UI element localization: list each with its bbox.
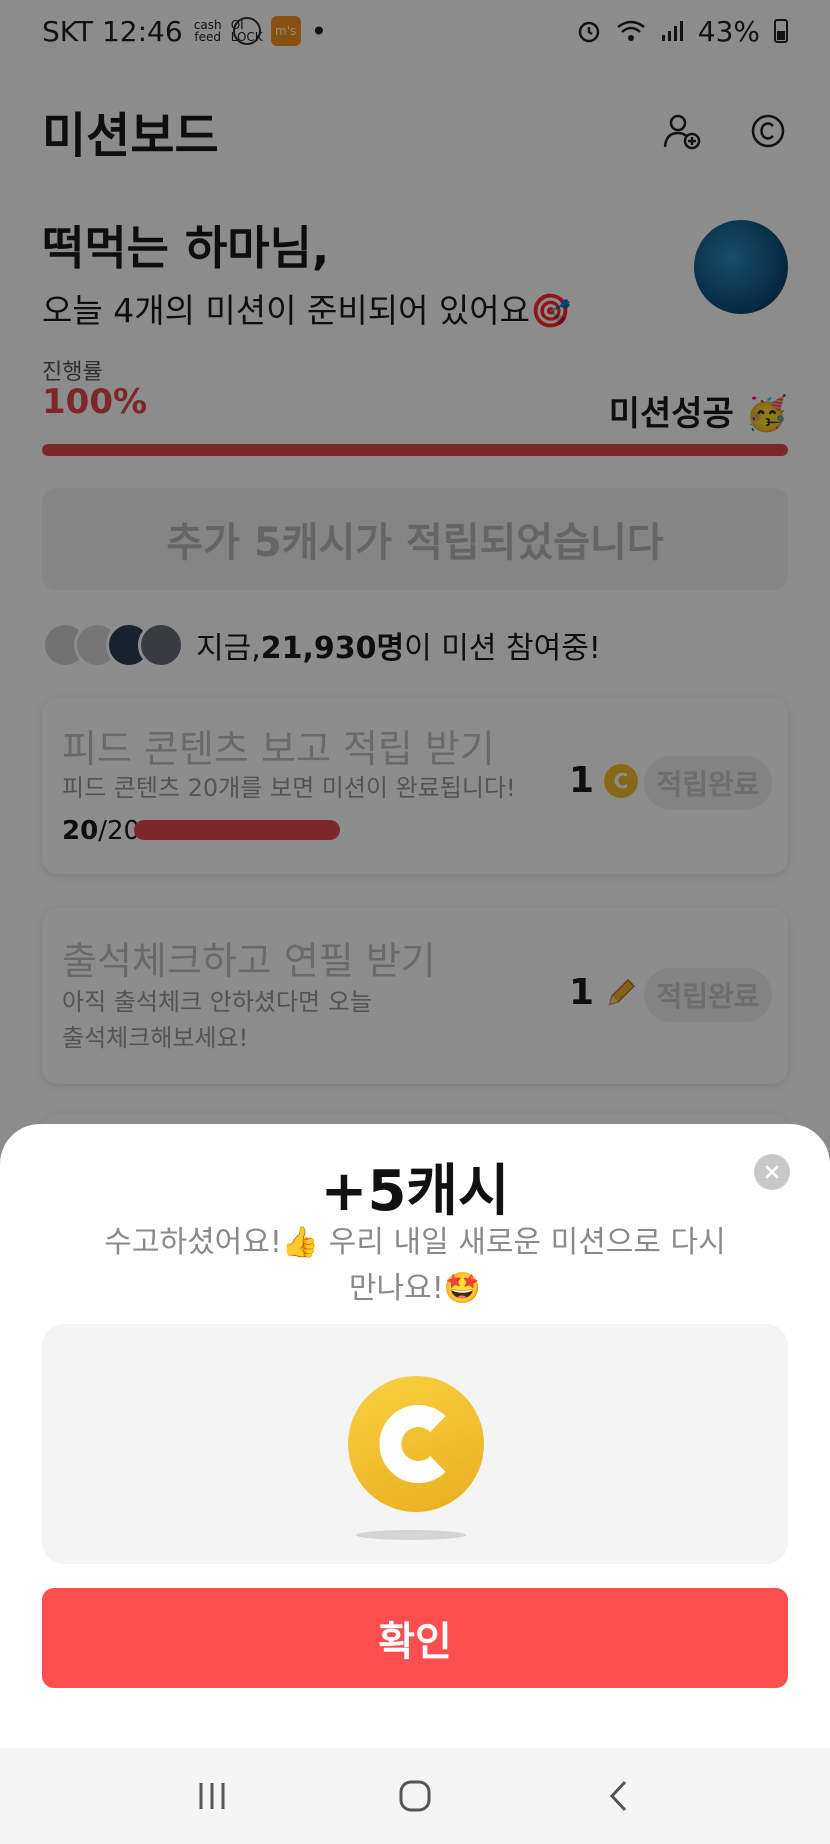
sheet-message: 수고하셨어요!👍 우리 내일 새로운 미션으로 다시 만나요!🤩 bbox=[80, 1220, 750, 1312]
coin-icon bbox=[348, 1376, 484, 1512]
confirm-button[interactable]: 확인 bbox=[42, 1588, 788, 1688]
sheet-message-line: 수고하셨어요!👍 우리 내일 새로운 미션으로 다시 bbox=[104, 1225, 726, 1260]
recent-apps-icon[interactable] bbox=[182, 1766, 242, 1826]
back-icon[interactable] bbox=[588, 1766, 648, 1826]
sheet-title: +5캐시 bbox=[320, 1159, 510, 1224]
coin-shadow bbox=[356, 1530, 466, 1540]
reward-bottom-sheet: +5캐시 수고하셨어요!👍 우리 내일 새로운 미션으로 다시 만나요!🤩 확인 bbox=[0, 1124, 830, 1748]
home-icon[interactable] bbox=[385, 1766, 445, 1826]
coin-illustration-box bbox=[42, 1324, 788, 1564]
close-icon bbox=[765, 1165, 779, 1179]
sheet-message-line: 만나요!🤩 bbox=[348, 1271, 482, 1306]
close-button[interactable] bbox=[754, 1154, 790, 1190]
system-nav-bar bbox=[0, 1748, 830, 1844]
